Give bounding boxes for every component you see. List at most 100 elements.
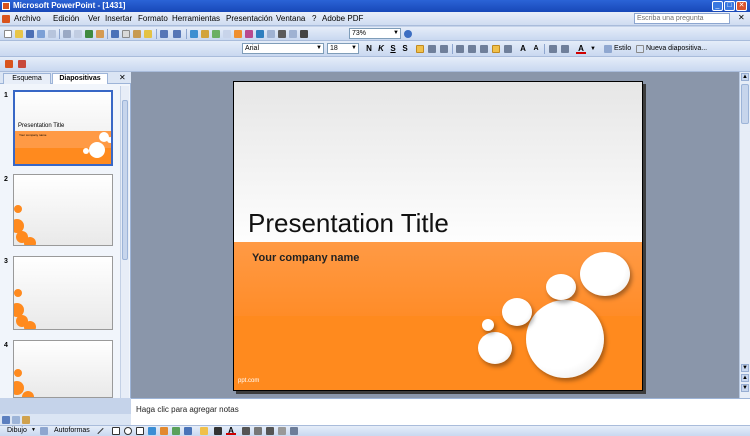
menu-help[interactable]: ?	[312, 14, 316, 23]
convert-pdf-icon[interactable]	[5, 60, 13, 68]
menu-ventana[interactable]: Ventana	[276, 14, 305, 23]
current-slide[interactable]: Presentation Title Your company name ppt…	[233, 81, 643, 391]
save-icon[interactable]	[26, 30, 34, 38]
text-direction-icon[interactable]	[504, 45, 512, 53]
line-color-icon[interactable]	[214, 427, 222, 435]
powerpoint-app-icon[interactable]	[2, 2, 10, 10]
redo-icon[interactable]	[173, 30, 181, 38]
email-icon[interactable]	[48, 30, 56, 38]
underline-button[interactable]: S	[388, 44, 398, 54]
line-style-icon[interactable]	[242, 427, 250, 435]
diagram-icon[interactable]	[160, 427, 168, 435]
next-slide-icon[interactable]: ▼	[741, 384, 749, 392]
tab-diapositivas[interactable]: Diapositivas	[52, 73, 108, 84]
picture-icon[interactable]	[256, 30, 264, 38]
3d-style-icon[interactable]	[290, 427, 298, 435]
dash-style-icon[interactable]	[254, 427, 262, 435]
new-slide-icon[interactable]	[636, 45, 644, 53]
wordart-icon[interactable]	[148, 427, 156, 435]
slide-title[interactable]: Presentation Title	[248, 208, 449, 239]
design-icon[interactable]	[604, 45, 612, 53]
arrow-style-icon[interactable]	[266, 427, 274, 435]
canvas-scrollbar[interactable]: ▲ ▼ ▲ ▼	[739, 72, 750, 398]
scrollbar-thumb[interactable]	[122, 100, 128, 260]
decrease-indent-icon[interactable]	[480, 45, 488, 53]
bold-button[interactable]: N	[364, 44, 374, 54]
minimize-button[interactable]: _	[712, 1, 723, 11]
shadow-button[interactable]: S	[400, 44, 410, 54]
textbox-icon[interactable]	[136, 427, 144, 435]
wordart-icon[interactable]	[245, 30, 253, 38]
email-pdf-icon[interactable]	[18, 60, 26, 68]
maximize-button[interactable]: □	[724, 1, 735, 11]
increase-font-icon[interactable]: A	[518, 44, 528, 54]
fill-color-icon[interactable]	[200, 427, 208, 435]
slide-thumbnail-4[interactable]	[13, 340, 113, 398]
paste-icon[interactable]	[133, 30, 141, 38]
close-icon[interactable]: ✕	[119, 73, 126, 82]
sorter-view-icon[interactable]	[12, 416, 20, 424]
panel-scrollbar[interactable]	[120, 86, 129, 398]
shadow-style-icon[interactable]	[278, 427, 286, 435]
slide-thumbnail-1[interactable]: Presentation Title Your company name	[13, 90, 113, 166]
format-painter-icon[interactable]	[144, 30, 152, 38]
font-color-icon[interactable]: A	[576, 44, 586, 54]
numbering-icon[interactable]	[456, 45, 464, 53]
menu-archivo[interactable]: Archivo	[14, 14, 41, 23]
clipart-icon[interactable]	[172, 427, 180, 435]
slide-thumbnail-3[interactable]	[13, 256, 113, 330]
diagram-icon[interactable]	[234, 30, 242, 38]
font-name-combo[interactable]: Arial ▼	[242, 43, 324, 54]
document-icon[interactable]	[2, 15, 10, 23]
undo-icon[interactable]	[160, 30, 168, 38]
picture-icon[interactable]	[184, 427, 192, 435]
scrollbar-thumb[interactable]	[741, 84, 749, 124]
new-slide-button[interactable]: Nueva diapositiva...	[646, 45, 707, 52]
copy-icon[interactable]	[122, 30, 130, 38]
hyperlink-icon[interactable]	[190, 30, 198, 38]
show-grid-icon[interactable]	[289, 30, 297, 38]
align-left-icon[interactable]	[416, 45, 424, 53]
scroll-down-icon[interactable]: ▼	[741, 364, 749, 372]
slide-subtitle[interactable]: Your company name	[252, 252, 359, 264]
select-objects-icon[interactable]	[40, 427, 48, 435]
decrease-indent-icon[interactable]	[549, 45, 557, 53]
italic-button[interactable]: K	[376, 44, 386, 54]
chart-icon[interactable]	[212, 30, 220, 38]
slide-thumbnail-2[interactable]	[13, 174, 113, 246]
close-button[interactable]: ✕	[736, 1, 747, 11]
menu-insertar[interactable]: Insertar	[105, 14, 132, 23]
align-center-icon[interactable]	[428, 45, 436, 53]
menu-formato[interactable]: Formato	[138, 14, 168, 23]
spelling-icon[interactable]	[85, 30, 93, 38]
expand-all-icon[interactable]	[267, 30, 275, 38]
menu-adobe-pdf[interactable]: Adobe PDF	[322, 14, 363, 23]
oval-icon[interactable]	[124, 427, 132, 435]
help-icon[interactable]	[404, 30, 412, 38]
font-color-icon[interactable]: A	[226, 426, 236, 435]
normal-view-icon[interactable]	[2, 416, 10, 424]
tab-esquema[interactable]: Esquema	[3, 73, 51, 84]
close-document-icon[interactable]: ✕	[738, 13, 745, 22]
menu-presentacion[interactable]: Presentación	[226, 14, 273, 23]
menu-herramientas[interactable]: Herramientas	[172, 14, 220, 23]
increase-indent-icon[interactable]	[492, 45, 500, 53]
help-search-input[interactable]: Escriba una pregunta	[634, 13, 730, 24]
slideshow-icon[interactable]	[22, 416, 30, 424]
research-icon[interactable]	[96, 30, 104, 38]
decrease-font-icon[interactable]: A	[531, 44, 541, 54]
rectangle-icon[interactable]	[112, 427, 120, 435]
draw-menu[interactable]: Dibujo	[7, 427, 27, 434]
scroll-up-icon[interactable]: ▲	[741, 73, 749, 81]
line-icon[interactable]	[97, 427, 104, 435]
previous-slide-icon[interactable]: ▲	[741, 374, 749, 382]
table-icon[interactable]	[201, 30, 209, 38]
open-icon[interactable]	[15, 30, 23, 38]
menu-edicion[interactable]: Edición	[53, 14, 79, 23]
print-icon[interactable]	[63, 30, 71, 38]
style-button[interactable]: Estilo	[614, 45, 631, 52]
tables-borders-icon[interactable]	[223, 30, 231, 38]
font-size-combo[interactable]: 18 ▼	[327, 43, 359, 54]
permission-icon[interactable]	[37, 30, 45, 38]
cut-icon[interactable]	[111, 30, 119, 38]
